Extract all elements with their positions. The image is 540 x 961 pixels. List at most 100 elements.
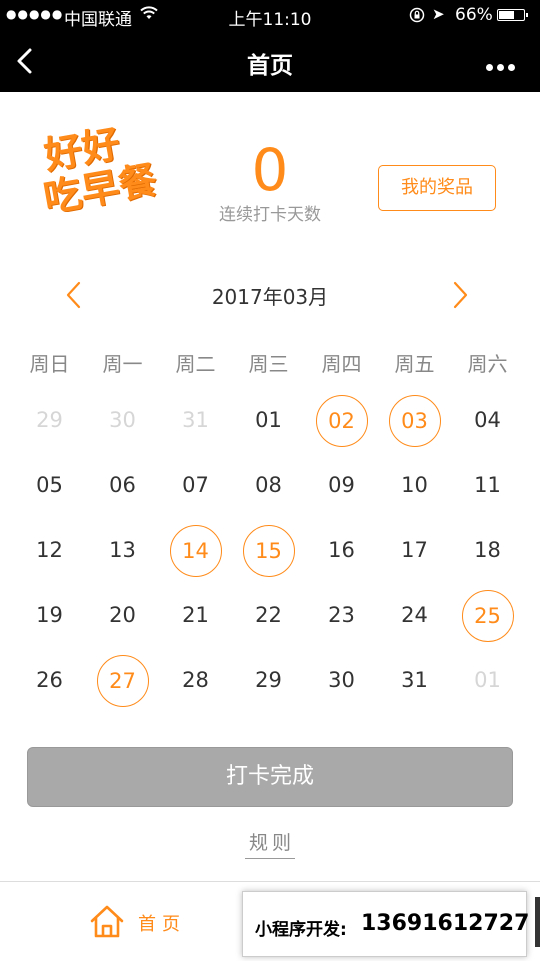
calendar-day-other-month[interactable]: 30 — [86, 388, 159, 453]
rules-link[interactable]: 规则 — [244, 828, 295, 859]
day-number: 22 — [255, 602, 282, 627]
weekday-label: 周五 — [394, 352, 435, 376]
day-number: 26 — [36, 667, 63, 692]
weekday-label: 周一 — [102, 352, 143, 376]
calendar-day[interactable]: 24 — [378, 583, 451, 648]
calendar-day-checked[interactable]: 15 — [232, 518, 305, 583]
calendar-day-other-month[interactable]: 31 — [159, 388, 232, 453]
home-icon — [90, 905, 124, 938]
day-number: 18 — [474, 537, 501, 562]
calendar-day-checked[interactable]: 03 — [378, 388, 451, 453]
calendar-day-other-month[interactable]: 29 — [13, 388, 86, 453]
rules-container: 规则 — [0, 828, 540, 859]
day-number: 15 — [242, 524, 295, 577]
more-options-icon[interactable] — [486, 56, 522, 71]
calendar-day[interactable]: 16 — [305, 518, 378, 583]
weekday-label: 周四 — [321, 352, 362, 376]
day-number: 31 — [401, 667, 428, 692]
checkin-button[interactable]: 打卡完成 — [27, 747, 513, 807]
calendar-day[interactable]: 05 — [13, 453, 86, 518]
calendar-day-checked[interactable]: 25 — [451, 583, 524, 648]
day-number: 07 — [182, 472, 209, 497]
weekday-label: 周六 — [467, 352, 508, 376]
battery-icon — [497, 9, 528, 21]
day-number: 04 — [474, 407, 501, 432]
day-number: 01 — [255, 407, 282, 432]
calendar-day[interactable]: 07 — [159, 453, 232, 518]
calendar-day[interactable]: 26 — [13, 648, 86, 713]
ad-banner: 小程序开发: 13691612727 — [242, 891, 530, 957]
calendar-day[interactable]: 17 — [378, 518, 451, 583]
day-number: 08 — [255, 472, 282, 497]
day-number: 10 — [401, 472, 428, 497]
day-number: 13 — [109, 537, 136, 562]
my-prizes-button[interactable]: 我的奖品 — [378, 165, 496, 211]
weekday-label: 周日 — [29, 352, 70, 376]
calendar-day-checked[interactable]: 14 — [159, 518, 232, 583]
streak-counter: 0 连续打卡天数 — [200, 138, 340, 225]
calendar-day[interactable]: 30 — [305, 648, 378, 713]
day-number: 30 — [328, 667, 355, 692]
day-number: 30 — [109, 407, 136, 432]
calendar-day[interactable]: 09 — [305, 453, 378, 518]
calendar-day[interactable]: 04 — [451, 388, 524, 453]
day-number: 28 — [182, 667, 209, 692]
navigation-bar: 首页 — [0, 30, 540, 92]
calendar-day[interactable]: 29 — [232, 648, 305, 713]
day-number: 25 — [461, 589, 514, 642]
page-title: 首页 — [247, 53, 293, 79]
calendar-day-checked[interactable]: 02 — [305, 388, 378, 453]
day-number: 11 — [474, 472, 501, 497]
day-number: 23 — [328, 602, 355, 627]
day-number: 29 — [36, 407, 63, 432]
day-number: 24 — [401, 602, 428, 627]
edge-divider — [535, 897, 540, 947]
calendar-day[interactable]: 11 — [451, 453, 524, 518]
day-number: 21 — [182, 602, 209, 627]
day-number: 16 — [328, 537, 355, 562]
calendar-day[interactable]: 18 — [451, 518, 524, 583]
calendar-day[interactable]: 31 — [378, 648, 451, 713]
calendar-day[interactable]: 06 — [86, 453, 159, 518]
streak-label: 连续打卡天数 — [219, 205, 321, 225]
calendar-day[interactable]: 13 — [86, 518, 159, 583]
day-number: 14 — [169, 524, 222, 577]
day-number: 29 — [255, 667, 282, 692]
day-number: 20 — [109, 602, 136, 627]
day-number: 31 — [182, 407, 209, 432]
ad-label: 小程序开发: — [255, 920, 347, 940]
calendar-day[interactable]: 01 — [232, 388, 305, 453]
calendar-day[interactable]: 20 — [86, 583, 159, 648]
day-number: 17 — [401, 537, 428, 562]
streak-count: 0 — [251, 136, 289, 204]
day-number: 27 — [96, 654, 149, 707]
calendar-day-checked[interactable]: 27 — [86, 648, 159, 713]
calendar-day[interactable]: 19 — [13, 583, 86, 648]
calendar-day[interactable]: 23 — [305, 583, 378, 648]
calendar-day[interactable]: 28 — [159, 648, 232, 713]
day-number: 02 — [315, 394, 368, 447]
day-number: 09 — [328, 472, 355, 497]
calendar-day[interactable]: 22 — [232, 583, 305, 648]
weekday-label: 周三 — [248, 352, 289, 376]
day-number: 19 — [36, 602, 63, 627]
day-number: 01 — [474, 667, 501, 692]
calendar-day-other-month[interactable]: 01 — [451, 648, 524, 713]
battery-percent: 66% — [455, 5, 493, 25]
logo: 好好 吃早餐 — [33, 113, 187, 228]
day-number: 12 — [36, 537, 63, 562]
day-number: 06 — [109, 472, 136, 497]
next-month-icon[interactable] — [450, 280, 470, 310]
calendar-day[interactable]: 12 — [13, 518, 86, 583]
status-bar: ●●●●● 中国联通 上午11:10 ➤ 66% — [0, 0, 540, 30]
ad-phone: 13691612727 — [361, 911, 530, 936]
calendar-day[interactable]: 08 — [232, 453, 305, 518]
tab-home-label: 首页 — [138, 914, 186, 935]
calendar-day[interactable]: 21 — [159, 583, 232, 648]
weekday-label: 周二 — [175, 352, 216, 376]
calendar-grid: 29 30 31 01 02 03 04 05 06 07 08 09 10 11 12 13 14 15 16 17… — [13, 388, 524, 718]
weekday-header: 周日 周一 周二 周三 周四 周五 周六 — [13, 348, 524, 378]
calendar-day[interactable]: 10 — [378, 453, 451, 518]
day-number: 05 — [36, 472, 63, 497]
rotation-lock-icon — [409, 7, 425, 23]
